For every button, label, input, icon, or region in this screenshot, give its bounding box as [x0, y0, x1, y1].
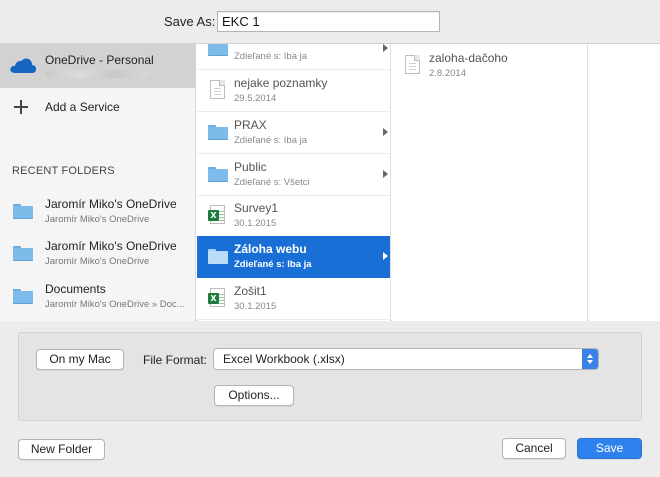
sidebar: OneDrive - Personal Add a Service RECENT… — [0, 44, 196, 321]
chevron-right-icon — [383, 128, 388, 136]
document-icon — [210, 80, 225, 99]
list-item-file[interactable]: nejake poznamky 29.5.2014 — [197, 70, 390, 112]
folder-icon — [208, 44, 228, 56]
chevron-right-icon — [383, 170, 388, 178]
save-button[interactable]: Save — [577, 438, 642, 459]
new-folder-button[interactable]: New Folder — [18, 439, 105, 460]
save-dialog-header: Save As: — [0, 0, 660, 44]
cloud-icon — [10, 58, 37, 73]
recent-folder-path: Jaromír Miko's OneDrive — [45, 214, 150, 225]
item-date: 2.8.2014 — [429, 68, 466, 79]
file-column-3 — [589, 44, 660, 321]
folder-icon — [13, 204, 33, 219]
excel-file-icon: X — [208, 288, 225, 307]
recent-folder-path: Jaromír Miko's OneDrive — [45, 256, 150, 267]
item-sharing: Zdieľané s: Iba ja — [234, 259, 312, 270]
chevron-right-icon — [383, 44, 388, 52]
folder-icon — [13, 246, 33, 261]
item-name: Záloha webu — [234, 242, 307, 256]
item-name: Survey1 — [234, 201, 279, 215]
item-name: PRAX — [234, 118, 267, 132]
sidebar-item-label: OneDrive - Personal — [45, 53, 154, 67]
folder-icon — [208, 249, 228, 264]
recent-folders-title: RECENT FOLDERS — [12, 165, 115, 177]
add-service-button[interactable]: Add a Service — [0, 92, 196, 122]
recent-folder-name: Jaromír Miko's OneDrive — [45, 239, 177, 253]
add-service-label: Add a Service — [45, 100, 120, 114]
cancel-button[interactable]: Cancel — [502, 438, 566, 459]
file-format-label: File Format: — [143, 353, 208, 367]
select-stepper-icon — [582, 349, 598, 369]
item-name: Public — [234, 160, 267, 174]
item-date: 29.5.2014 — [234, 93, 277, 104]
recent-folder-item[interactable]: Jaromír Miko's OneDrive Jaromír Miko's O… — [0, 193, 196, 233]
recent-folder-name: Jaromír Miko's OneDrive — [45, 197, 177, 211]
item-name: Zošit1 — [234, 284, 267, 298]
file-browser: OneDrive - Personal Add a Service RECENT… — [0, 44, 660, 321]
chevron-right-icon — [383, 252, 388, 260]
save-options-panel: On my Mac File Format: Excel Workbook (.… — [18, 332, 642, 421]
list-item-folder[interactable]: Zdieľané s: Iba ja — [197, 44, 390, 70]
list-item-folder[interactable]: PRAX Zdieľané s: Iba ja — [197, 112, 390, 154]
file-format-value: Excel Workbook (.xlsx) — [223, 352, 345, 366]
item-sharing: Zdieľané s: Všetci — [234, 177, 310, 188]
folder-icon — [13, 289, 33, 304]
folder-icon — [208, 167, 228, 182]
item-sharing: Zdieľané s: Iba ja — [234, 135, 308, 146]
excel-file-icon: X — [208, 205, 225, 224]
list-item-file[interactable]: X Zošit1 30.1.2015 — [197, 278, 390, 320]
document-icon — [405, 55, 420, 74]
item-date: 30.1.2015 — [234, 301, 277, 312]
recent-folder-name: Documents — [45, 282, 106, 296]
folder-icon — [208, 125, 228, 140]
item-name: zaloha-dačoho — [429, 51, 508, 65]
file-column-1: Zdieľané s: Iba ja nejake poznamky 29.5.… — [197, 44, 391, 321]
list-item-file[interactable]: X Survey1 30.1.2015 — [197, 195, 390, 237]
file-name-input[interactable] — [217, 11, 440, 32]
options-button[interactable]: Options... — [214, 385, 294, 406]
recent-folder-path: Jaromír Miko's OneDrive » Doc... — [45, 299, 185, 310]
file-column-2: zaloha-dačoho 2.8.2014 — [392, 44, 588, 321]
save-as-label: Save As: — [164, 14, 216, 29]
recent-folder-item[interactable]: Documents Jaromír Miko's OneDrive » Doc.… — [0, 278, 196, 318]
plus-icon — [14, 100, 28, 114]
recent-folder-item[interactable]: Jaromír Miko's OneDrive Jaromír Miko's O… — [0, 235, 196, 275]
item-date: 30.1.2015 — [234, 218, 277, 229]
item-sharing: Zdieľané s: Iba ja — [234, 51, 308, 62]
list-item-folder[interactable]: Public Zdieľané s: Všetci — [197, 154, 390, 196]
account-email-redacted — [45, 70, 149, 78]
sidebar-item-onedrive[interactable]: OneDrive - Personal — [0, 44, 196, 88]
file-format-select[interactable]: Excel Workbook (.xlsx) — [213, 348, 599, 370]
on-my-mac-button[interactable]: On my Mac — [36, 349, 124, 370]
list-item-folder-selected[interactable]: Záloha webu Zdieľané s: Iba ja — [197, 236, 390, 278]
item-name: nejake poznamky — [234, 76, 328, 90]
list-item-file[interactable]: zaloha-dačoho 2.8.2014 — [392, 44, 588, 86]
